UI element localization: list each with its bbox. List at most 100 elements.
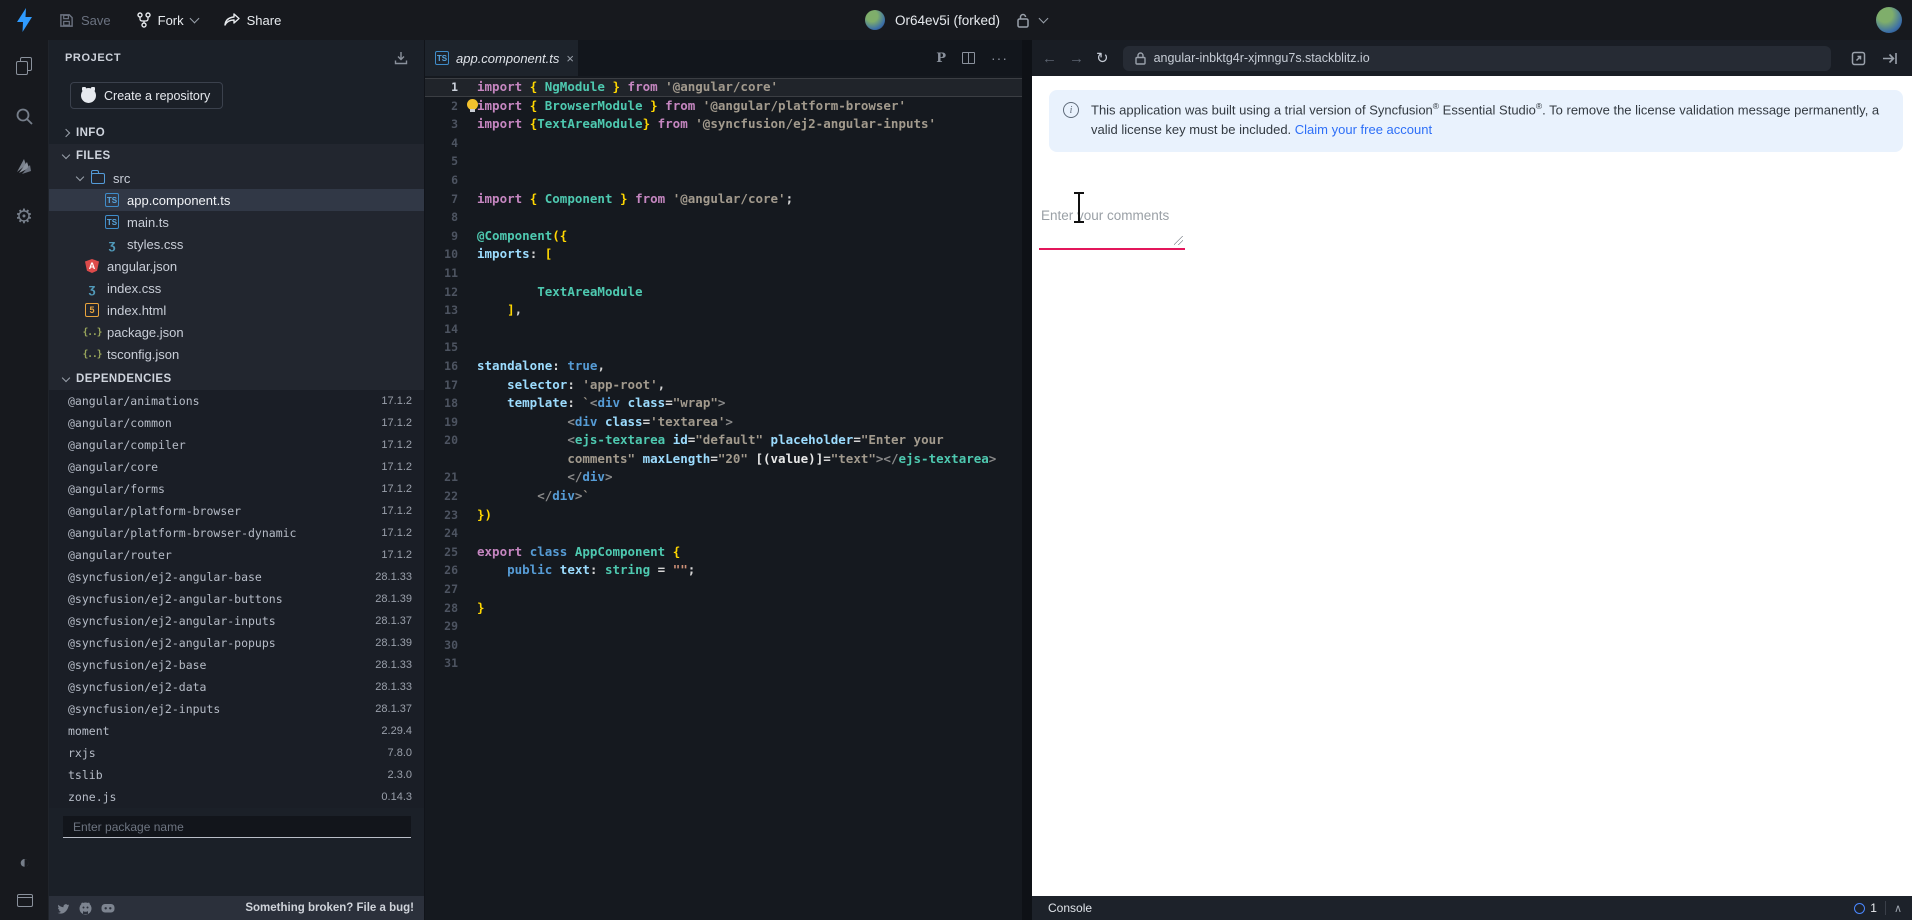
code-line[interactable]: 25 export class AppComponent { (425, 543, 1022, 562)
file-row[interactable]: {..} tsconfig.json (49, 343, 424, 365)
code-line[interactable]: 8 (425, 208, 1022, 227)
section-dependencies[interactable]: DEPENDENCIES (49, 367, 424, 390)
twitter-icon[interactable] (57, 903, 70, 914)
visibility-chevron-icon[interactable] (1038, 13, 1049, 24)
dependency-row[interactable]: @angular/core 17.1.2 (49, 456, 424, 478)
console-bar[interactable]: Console 1 ∧ (1032, 896, 1912, 920)
code-line[interactable]: 17 selector: 'app-root', (425, 376, 1022, 395)
dependency-row[interactable]: @syncfusion/ej2-angular-base 28.1.33 (49, 566, 424, 588)
code-line[interactable]: 18 template: `<div class="wrap"> (425, 394, 1022, 413)
dependency-row[interactable]: @syncfusion/ej2-inputs 28.1.37 (49, 698, 424, 720)
code-line[interactable]: 23}) (425, 506, 1022, 525)
files-panel-icon[interactable] (12, 54, 36, 78)
code-line[interactable]: 28} (425, 599, 1022, 618)
code-line[interactable]: 11 (425, 264, 1022, 283)
code-line[interactable]: 5 (425, 152, 1022, 171)
code-line[interactable]: 13 ], (425, 301, 1022, 320)
textarea-resize-handle[interactable] (1174, 236, 1183, 245)
dependency-row[interactable]: moment 2.29.4 (49, 720, 424, 742)
dependency-row[interactable]: rxjs 7.8.0 (49, 742, 424, 764)
url-bar[interactable]: angular-inbktg4r-xjmngu7s.stackblitz.io (1122, 45, 1831, 71)
file-row[interactable]: TS app.component.ts (49, 189, 424, 211)
code-line[interactable]: 3 import {TextAreaModule} from '@syncfusi… (425, 115, 1022, 134)
code-line[interactable]: 30 (425, 636, 1022, 655)
code-line[interactable]: 6 (425, 171, 1022, 190)
package-search-input[interactable] (63, 816, 411, 838)
code-line[interactable]: 7 import { Component } from '@angular/cor… (425, 190, 1022, 209)
file-row[interactable]: ʒ index.css (49, 277, 424, 299)
code-line[interactable]: 20 <ejs-textarea id="default" placeholde… (425, 431, 1022, 450)
save-button[interactable]: Save (59, 13, 111, 28)
open-in-new-window-icon[interactable] (1851, 51, 1866, 66)
dependency-row[interactable]: @syncfusion/ej2-data 28.1.33 (49, 676, 424, 698)
code-line[interactable]: 24 (425, 524, 1022, 543)
code-line[interactable]: 19 <div class='textarea'> (425, 413, 1022, 432)
forward-icon[interactable]: → (1069, 50, 1084, 67)
file-row[interactable]: Aangular.json (49, 255, 424, 277)
expand-console-chevron-icon[interactable]: ∧ (1894, 902, 1902, 915)
code-line[interactable]: 22 </div>` (425, 487, 1022, 506)
code-line[interactable]: 10 imports: [ (425, 245, 1022, 264)
github-icon[interactable] (79, 902, 92, 915)
dependency-row[interactable]: @syncfusion/ej2-angular-inputs 28.1.37 (49, 610, 424, 632)
claim-account-link[interactable]: Claim your free account (1295, 122, 1432, 137)
code-line[interactable]: 4 (425, 134, 1022, 153)
editor-preview-resize-handle[interactable] (1022, 40, 1032, 920)
dependency-row[interactable]: @angular/compiler 17.1.2 (49, 434, 424, 456)
unlock-icon[interactable] (1016, 13, 1030, 28)
dependency-row[interactable]: @angular/platform-browser-dynamic 17.1.2 (49, 522, 424, 544)
file-a-bug-link[interactable]: Something broken? File a bug! (245, 902, 414, 914)
dependency-row[interactable]: @syncfusion/ej2-angular-buttons 28.1.39 (49, 588, 424, 610)
tab-app-component-ts[interactable]: TS app.component.ts × (425, 40, 578, 76)
dependency-row[interactable]: tslib 2.3.0 (49, 764, 424, 786)
dependency-row[interactable]: @angular/animations 17.1.2 (49, 390, 424, 412)
theme-contrast-icon[interactable]: ◐ (13, 850, 37, 874)
code-line[interactable]: 26 public text: string = ""; (425, 561, 1022, 580)
split-editor-icon[interactable] (962, 52, 975, 64)
create-repository-button[interactable]: Create a repository (70, 82, 224, 109)
reload-icon[interactable]: ↻ (1096, 49, 1109, 67)
code-line[interactable]: comments" maxLength="20" [(value)]="text… (425, 450, 1022, 469)
fork-button[interactable]: Fork (136, 12, 200, 28)
dependency-row[interactable]: @syncfusion/ej2-angular-popups 28.1.39 (49, 632, 424, 654)
file-row[interactable]: 5 index.html (49, 299, 424, 321)
file-row[interactable]: {..} package.json (49, 321, 424, 343)
dependency-row[interactable]: @angular/forms 17.1.2 (49, 478, 424, 500)
discord-icon[interactable] (101, 903, 115, 914)
code-line[interactable]: 27 (425, 580, 1022, 599)
code-line[interactable]: 14 (425, 320, 1022, 339)
comments-textarea[interactable]: Enter your comments (1039, 198, 1185, 250)
layout-panel-icon[interactable] (13, 888, 37, 912)
dependency-row[interactable]: @angular/common 17.1.2 (49, 412, 424, 434)
quick-fix-lightbulb-icon[interactable] (467, 99, 478, 112)
code-line[interactable]: 21 </div> (425, 468, 1022, 487)
stackblitz-bolt-icon[interactable] (16, 8, 33, 32)
back-icon[interactable]: ← (1042, 50, 1057, 67)
dependency-row[interactable]: @angular/router 17.1.2 (49, 544, 424, 566)
code-line[interactable]: 12 TextAreaModule (425, 283, 1022, 302)
project-title-group[interactable]: Or64ev5i (forked) (864, 10, 1049, 30)
deployments-icon[interactable] (12, 154, 36, 178)
file-row[interactable]: ʒ styles.css (49, 233, 424, 255)
code-line[interactable]: 9 @Component({ (425, 227, 1022, 246)
file-row[interactable]: src (49, 167, 424, 189)
dependency-row[interactable]: zone.js 0.14.3 (49, 786, 424, 808)
share-button[interactable]: Share (223, 13, 281, 28)
file-row[interactable]: TS main.ts (49, 211, 424, 233)
user-avatar[interactable] (1876, 7, 1902, 33)
code-line[interactable]: 16 standalone: true, (425, 357, 1022, 376)
code-line[interactable]: 15 (425, 338, 1022, 357)
close-tab-icon[interactable]: × (566, 51, 574, 66)
settings-gear-icon[interactable]: ⚙ (12, 204, 36, 228)
code-line[interactable]: 31 (425, 654, 1022, 673)
code-line[interactable]: 1 import { NgModule } from '@angular/core… (425, 78, 1022, 97)
dependency-row[interactable]: @angular/platform-browser 17.1.2 (49, 500, 424, 522)
code-line[interactable]: 29 (425, 617, 1022, 636)
fork-dropdown-chevron-icon[interactable] (189, 13, 200, 24)
section-info[interactable]: INFO (49, 121, 424, 144)
prettier-icon[interactable]: P (936, 51, 946, 66)
code-editor[interactable]: 1 import { NgModule } from '@angular/core… (425, 76, 1022, 920)
dependency-row[interactable]: @syncfusion/ej2-base 28.1.33 (49, 654, 424, 676)
download-project-icon[interactable] (394, 51, 408, 65)
code-line[interactable]: 2 import { BrowserModule } from '@angular… (425, 97, 1022, 116)
